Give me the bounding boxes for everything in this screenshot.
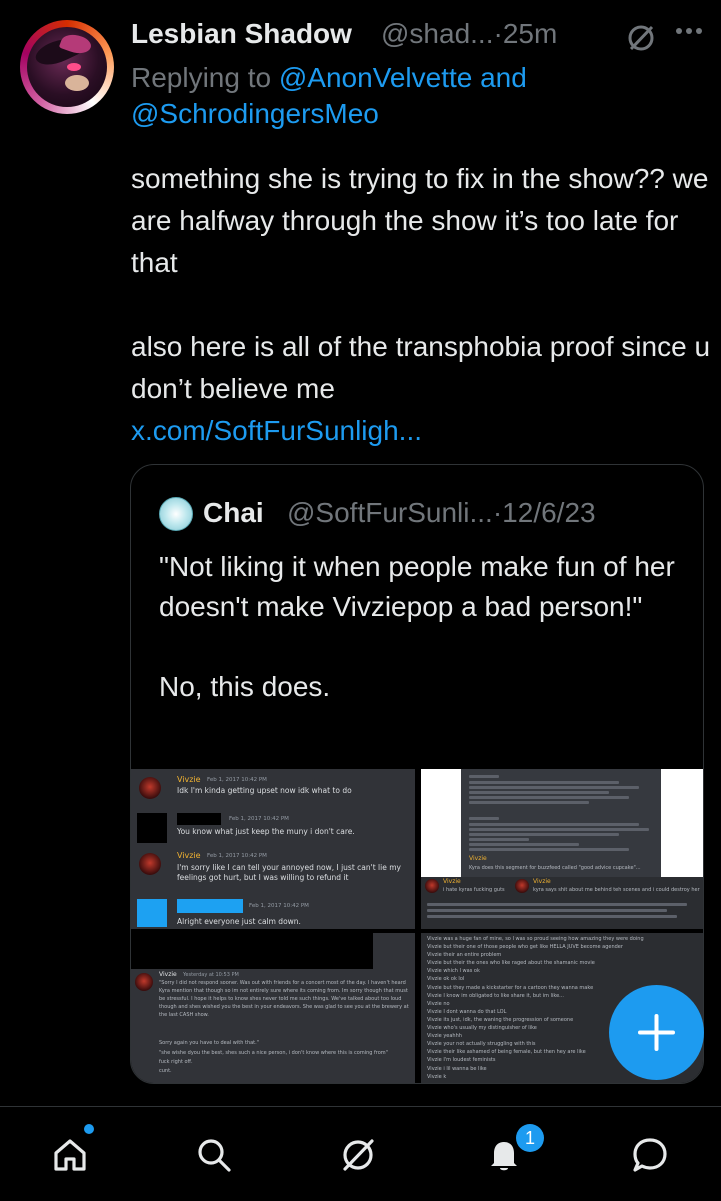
discord-message: Kyra does this segment for buzzfeed call… (469, 865, 641, 871)
discord-username: Vivzie (443, 878, 461, 885)
quoted-image-1[interactable]: Vivzie Feb 1, 2017 10:42 PM Idk I'm kind… (131, 769, 415, 929)
discord-avatar (139, 853, 161, 875)
discord-date: Feb 1, 2017 10:42 PM (249, 903, 309, 909)
quoted-text-paragraph: "Not liking it when people make fun of h… (159, 551, 675, 622)
discord-message: "Sorry I did not respond sooner. Was out… (159, 980, 409, 1018)
chat-line: Vivzie was a huge fan of mine, so I was … (427, 936, 644, 942)
discord-username: Vivzie (177, 775, 201, 784)
chat-line: Vivzie ok ok lol (427, 976, 465, 983)
plus-icon (638, 1014, 675, 1051)
chat-line: Vivzie which I was ok (427, 968, 480, 975)
author-name[interactable]: Lesbian Shadow (131, 18, 352, 50)
notification-badge: 1 (516, 1124, 544, 1152)
compose-button[interactable] (609, 985, 704, 1080)
discord-avatar (515, 879, 529, 893)
discord-message: fuck right off. (159, 1059, 193, 1065)
discord-date: Yesterday at 10:53 PM (183, 972, 239, 978)
home-icon[interactable] (50, 1135, 90, 1175)
bottom-nav (0, 1106, 721, 1201)
chat-line: Vivzie but their one of those people who… (427, 944, 623, 951)
post-body: something she is trying to fix in the sh… (131, 158, 711, 452)
author-handle[interactable]: @shad...·25m (381, 18, 557, 50)
discord-date: Feb 1, 2017 10:42 PM (207, 853, 267, 859)
quoted-image-2[interactable]: Vivzie Kyra does this segment for buzzfe… (421, 769, 703, 929)
discord-message: Idk I'm kinda getting upset now idk what… (177, 786, 352, 795)
chat-line: Vivzie their an entire problem (427, 952, 502, 959)
more-icon[interactable] (675, 26, 703, 36)
discord-avatar (135, 973, 153, 991)
discord-message: I'm sorry like I can tell your annoyed n… (177, 863, 401, 882)
home-notification-dot (84, 1124, 94, 1134)
discord-message: "she wishe dyou the best, shes such a ni… (159, 1050, 388, 1056)
discord-message: cunt. (159, 1068, 172, 1074)
discord-username: Vivzie (533, 878, 551, 885)
quoted-text-paragraph: No, this does. (159, 671, 331, 702)
discord-message: Sorry again you have to deal with that." (159, 1040, 260, 1046)
discord-username: Vivzie (159, 971, 177, 978)
search-icon[interactable] (194, 1135, 234, 1175)
discord-avatar (139, 777, 161, 799)
discord-date: Feb 1, 2017 10:42 PM (229, 816, 289, 822)
redacted-avatar (137, 899, 167, 927)
quoted-author-name[interactable]: Chai (203, 497, 264, 529)
quoted-post-header: Chai @SoftFurSunli...·12/6/23 (159, 495, 699, 531)
embedded-screenshot: Vivzie Kyra does this segment for buzzfe… (461, 769, 661, 877)
avatar[interactable] (27, 27, 107, 107)
quoted-post-body: "Not liking it when people make fun of h… (159, 547, 679, 707)
quoted-image-3[interactable]: Vivzie Yesterday at 10:53 PM "Sorry I di… (131, 933, 415, 1083)
grok-icon[interactable] (338, 1135, 378, 1175)
discord-message: You know what just keep the muny i don't… (177, 827, 355, 836)
reply-prefix: Replying to (131, 62, 279, 93)
white-panel: Vivzie Kyra does this segment for buzzfe… (421, 769, 703, 877)
grok-icon[interactable] (625, 22, 657, 54)
post-link[interactable]: x.com/SoftFurSunligh... (131, 410, 711, 452)
redacted-block (131, 933, 373, 969)
discord-username: Vivzie (177, 851, 201, 860)
discord-message: Alright everyone just calm down. (177, 917, 301, 926)
post-text-paragraph: also here is all of the transphobia proo… (131, 331, 711, 404)
chat-line: Vivzie but their the ones who like raged… (427, 960, 595, 967)
discord-message: kyra says shit about me behind teh scene… (533, 887, 700, 893)
post-text-paragraph: something she is trying to fix in the sh… (131, 163, 709, 278)
discord-message: i hate kyras fucking guts (443, 887, 505, 893)
discord-avatar (425, 879, 439, 893)
messages-icon[interactable] (630, 1135, 670, 1175)
redacted-name (177, 899, 243, 913)
discord-date: Feb 1, 2017 10:42 PM (207, 777, 267, 783)
reply-to: Replying to @AnonVelvette and @Schroding… (131, 60, 711, 132)
quoted-author-handle[interactable]: @SoftFurSunli...·12/6/23 (287, 497, 596, 529)
discord-username: Vivzie (469, 855, 487, 862)
redacted-name (177, 813, 221, 825)
redacted-avatar (137, 813, 167, 843)
post-header: Lesbian Shadow @shad...·25m (131, 14, 711, 54)
quoted-avatar[interactable] (159, 497, 193, 531)
